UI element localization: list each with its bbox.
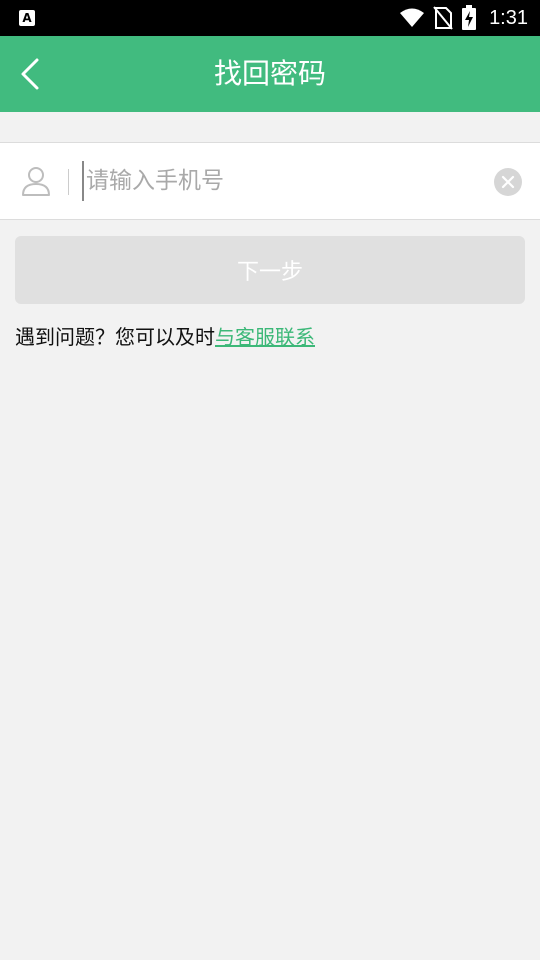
chevron-left-icon	[21, 58, 39, 90]
app-a-icon: A	[19, 10, 35, 26]
phone-input[interactable]	[82, 161, 486, 201]
battery-charging-icon	[462, 5, 477, 30]
back-button[interactable]	[4, 48, 56, 100]
wifi-icon	[400, 8, 425, 27]
next-step-button[interactable]: 下一步	[15, 236, 525, 304]
page-title: 找回密码	[213, 57, 326, 90]
header-bar: 找回密码	[0, 36, 540, 112]
svg-text:A: A	[22, 11, 32, 25]
input-divider	[68, 169, 69, 195]
phone-input-row	[0, 142, 540, 220]
status-bar: A 1:31	[0, 0, 540, 36]
contact-support-link[interactable]: 与客服联系	[215, 325, 315, 349]
status-icons: 1:31	[399, 0, 528, 36]
no-sim-icon	[433, 6, 453, 30]
user-icon	[22, 167, 50, 196]
help-prompt: 遇到问题？您可以及时	[15, 325, 215, 349]
status-time: 1:31	[489, 6, 528, 29]
help-text: 遇到问题？您可以及时与客服联系	[15, 321, 315, 350]
clear-icon[interactable]	[494, 168, 522, 196]
